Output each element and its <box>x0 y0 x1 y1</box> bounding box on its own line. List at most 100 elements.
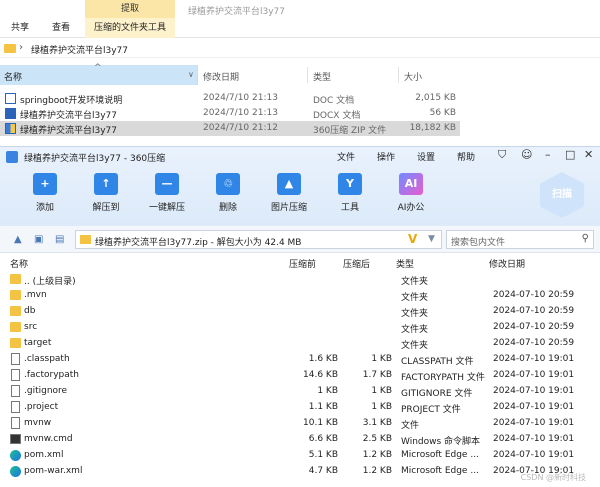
tab-compressed-folder-tools[interactable]: 压缩的文件夹工具 <box>85 18 175 38</box>
tools-button[interactable]: Y 工具 <box>325 173 375 213</box>
file-icon <box>11 417 20 429</box>
zip-file-date: 2024-07-10 20:59 <box>493 290 575 300</box>
zip-file-name: .mvn <box>24 290 47 300</box>
file-icon <box>11 369 20 381</box>
scan-button[interactable]: 扫描 <box>540 172 584 218</box>
file-size: 2,015 KB <box>415 93 456 103</box>
chevron-down-icon[interactable]: ▼ <box>428 234 435 244</box>
tab-view[interactable]: 查看 <box>52 18 70 38</box>
context-header-extract[interactable]: 提取 <box>85 0 175 18</box>
shirt-icon[interactable]: ⛉ <box>498 148 506 162</box>
column-name[interactable]: 名称 ^ ∨ <box>0 63 198 85</box>
search-icon[interactable]: ⚲ <box>582 233 589 244</box>
v-logo-icon[interactable]: V <box>408 232 417 246</box>
zip-file-row[interactable]: pom.xml 5.1 KB 1.2 KB Microsoft Edge ... 202… <box>0 448 600 464</box>
zip-file-row[interactable]: .classpath 1.6 KB 1 KB CLASSPATH 文件 2024-07-… <box>0 352 600 368</box>
minimize-icon[interactable]: – <box>545 148 551 161</box>
column-before[interactable]: 压缩前 <box>289 257 316 270</box>
column-after[interactable]: 压缩后 <box>343 257 370 270</box>
zip-file-size-after: 1 KB <box>371 402 392 412</box>
tools-label: 工具 <box>340 203 359 213</box>
zip-file-date: 2024-07-10 19:01 <box>493 402 575 412</box>
zip-file-row[interactable]: .gitignore 1 KB 1 KB GITIGNORE 文件 2024-07-10… <box>0 384 600 400</box>
zip-file-row[interactable]: mvnw 10.1 KB 3.1 KB 文件 2024-07-10 19:01 <box>0 416 600 432</box>
column-divider[interactable] <box>307 67 308 83</box>
chevron-right-icon[interactable]: › <box>19 42 23 53</box>
doc-icon <box>5 93 16 104</box>
file-type: 360压缩 ZIP 文件 <box>313 126 387 136</box>
folder-icon <box>10 290 21 300</box>
address-path[interactable]: 绿植养护交流平台l3y77 <box>31 43 128 56</box>
folder-icon <box>10 338 21 348</box>
zip-path-bar: ▲ ▣ ▤ 绿植养护交流平台l3y77.zip - 解包大小为 42.4 MB … <box>0 226 600 253</box>
ai-office-label: AI办公 <box>397 203 425 213</box>
zip-file-name: .. (上级目录) <box>24 277 76 287</box>
zip-file-size-before: 4.7 KB <box>308 466 338 476</box>
image-compress-button[interactable]: ▲ 图片压缩 <box>264 173 314 213</box>
zip-file-row[interactable]: target 文件夹 2024-07-10 20:59 <box>0 336 600 352</box>
file-date: 2024/7/10 21:13 <box>203 108 278 118</box>
maximize-icon[interactable]: □ <box>565 148 575 161</box>
zip-file-date: 2024-07-10 19:01 <box>493 434 575 444</box>
one-click-extract-icon: — <box>155 173 179 195</box>
zip-file-name: pom.xml <box>24 450 64 460</box>
file-row-selected[interactable]: 绿植养护交流平台l3y77 2024/7/10 21:12 360压缩 ZIP … <box>0 121 460 136</box>
zip-file-name: .factorypath <box>24 370 80 380</box>
tab-share[interactable]: 共享 <box>11 18 29 38</box>
zip-file-row[interactable]: .. (上级目录) 文件夹 <box>0 272 600 288</box>
column-divider[interactable] <box>398 67 399 83</box>
up-arrow-icon[interactable]: ▲ <box>14 234 22 245</box>
address-bar[interactable]: › 绿植养护交流平台l3y77 <box>0 40 600 58</box>
zip-file-size-before: 1.6 KB <box>308 354 338 364</box>
file-row[interactable]: 绿植养护交流平台l3y77 2024/7/10 21:13 DOCX 文档 56… <box>0 106 460 121</box>
zip-file-row[interactable]: pom-war.xml 4.7 KB 1.2 KB Microsoft Edge ..… <box>0 464 600 480</box>
zip-file-type: Microsoft Edge ... <box>401 450 479 460</box>
column-type[interactable]: 类型 <box>313 70 331 83</box>
extract-to-icon: ↑ <box>94 173 118 195</box>
zip-file-date: 2024-07-10 19:01 <box>493 370 575 380</box>
menu-settings[interactable]: 设置 <box>417 150 435 163</box>
tile-view-icon[interactable]: ▤ <box>55 234 64 245</box>
zip-file-row[interactable]: .factorypath 14.6 KB 1.7 KB FACTORYPATH 文件 2… <box>0 368 600 384</box>
chevron-down-icon[interactable]: ∨ <box>188 70 194 79</box>
zip-file-row[interactable]: db 文件夹 2024-07-10 20:59 <box>0 304 600 320</box>
feedback-icon[interactable]: ☺ <box>521 148 532 161</box>
zip-file-size-after: 1.2 KB <box>362 450 392 460</box>
column-date[interactable]: 修改日期 <box>203 70 239 83</box>
column-size[interactable]: 大小 <box>404 70 422 83</box>
zip-header: 绿植养护交流平台l3y77 - 360压缩 文件 操作 设置 帮助 ⛉ ☺ – … <box>0 147 600 226</box>
column-date[interactable]: 修改日期 <box>489 257 525 270</box>
zip-window-title: 绿植养护交流平台l3y77 - 360压缩 <box>24 154 166 164</box>
delete-label: 删除 <box>218 203 237 213</box>
folder-icon <box>10 306 21 316</box>
menu-help[interactable]: 帮助 <box>457 150 475 163</box>
add-button[interactable]: + 添加 <box>20 173 70 213</box>
file-row[interactable]: springboot开发环境说明 2024/7/10 21:13 DOC 文档 … <box>0 91 460 106</box>
zip-file-row[interactable]: src 文件夹 2024-07-10 20:59 <box>0 320 600 336</box>
zip-file-size-after: 1 KB <box>371 354 392 364</box>
extract-to-button[interactable]: ↑ 解压到 <box>81 173 131 213</box>
zip-file-type: 文件夹 <box>401 325 429 335</box>
image-compress-icon: ▲ <box>277 173 301 195</box>
column-name[interactable]: 名称 <box>10 257 28 270</box>
one-click-extract-button[interactable]: — 一键解压 <box>142 173 192 213</box>
column-name-label: 名称 <box>4 73 23 83</box>
close-icon[interactable]: ✕ <box>584 148 593 161</box>
list-view-icon[interactable]: ▣ <box>34 234 43 245</box>
zip-path-field[interactable]: 绿植养护交流平台l3y77.zip - 解包大小为 42.4 MB V ▼ <box>75 230 442 249</box>
search-input[interactable]: 搜索包内文件 ⚲ <box>446 230 594 249</box>
delete-button[interactable]: ♲ 删除 <box>203 173 253 213</box>
menu-file[interactable]: 文件 <box>337 150 355 163</box>
zip-file-row[interactable]: .project 1.1 KB 1 KB PROJECT 文件 2024-07-10 1… <box>0 400 600 416</box>
extract-to-label: 解压到 <box>92 203 120 213</box>
zip-file-row[interactable]: mvnw.cmd 6.6 KB 2.5 KB Windows 命令脚本 2024-07-… <box>0 432 600 448</box>
ai-office-button[interactable]: AI AI办公 <box>386 173 436 213</box>
column-type[interactable]: 类型 <box>396 257 414 270</box>
delete-icon: ♲ <box>216 173 240 195</box>
zip-file-row[interactable]: .mvn 文件夹 2024-07-10 20:59 <box>0 288 600 304</box>
zip-file-name: src <box>24 322 38 332</box>
add-icon: + <box>33 173 57 195</box>
zip-file-name: pom-war.xml <box>24 466 83 476</box>
zip-file-date: 2024-07-10 20:59 <box>493 338 575 348</box>
menu-operate[interactable]: 操作 <box>377 150 395 163</box>
